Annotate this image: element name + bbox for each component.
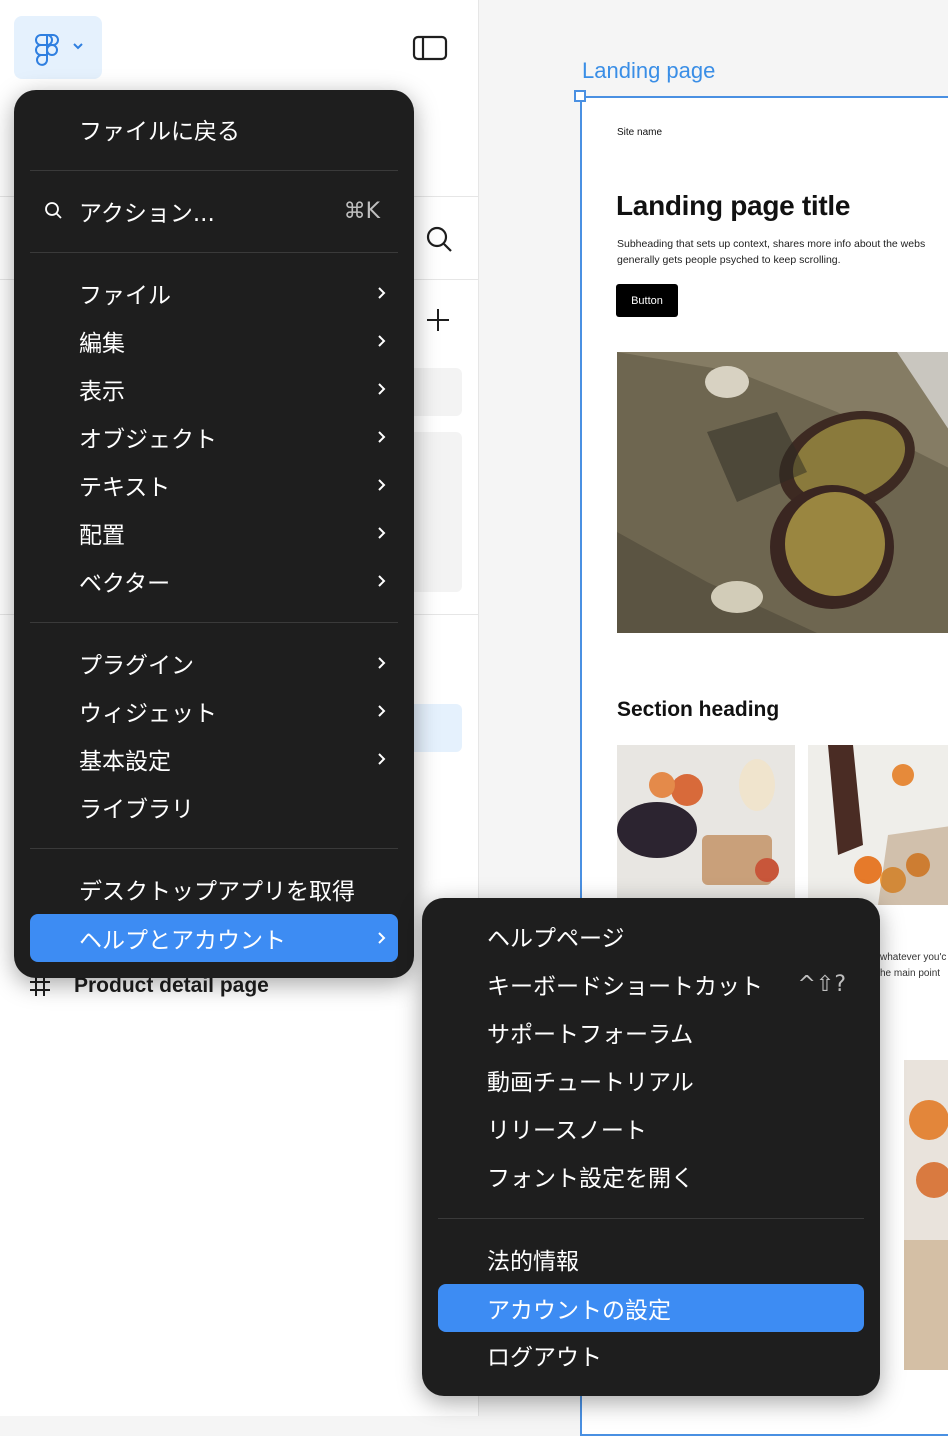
landing-subheading: Subheading that sets up context, shares …: [617, 236, 948, 268]
menu-item-widgets[interactable]: ウィジェット: [30, 687, 398, 735]
menu-item-label: キーボードショートカット: [487, 974, 763, 1000]
shortcut-label: ⌘K: [343, 198, 380, 224]
gallery-image: [904, 1060, 948, 1370]
menu-separator: [30, 848, 398, 849]
menu-item-label: ログアウト: [487, 1345, 602, 1371]
menu-item-help-page[interactable]: ヘルプページ: [438, 912, 864, 960]
search-icon: [45, 202, 62, 219]
menu-item-label: フォント設定を開く: [487, 1166, 694, 1192]
section-heading: Section heading: [617, 698, 780, 721]
menu-item-text[interactable]: テキスト: [30, 461, 398, 509]
site-name: Site name: [617, 127, 663, 138]
menu-item-view[interactable]: 表示: [30, 365, 398, 413]
chevron-right-icon: [374, 317, 390, 365]
menu-item-label: リリースノート: [487, 1118, 647, 1144]
menu-item-label: ベクター: [79, 571, 171, 597]
menu-item-label: ファイルに戻る: [79, 119, 240, 145]
menu-item-preferences[interactable]: 基本設定: [30, 735, 398, 783]
subheading-line: Subheading that sets up context, shares …: [617, 238, 926, 250]
landing-cta-button[interactable]: Button: [616, 284, 678, 317]
menu-item-label: 編集: [79, 331, 125, 357]
chevron-right-icon: [374, 365, 390, 413]
landing-page-title: Landing page title: [616, 190, 851, 221]
menu-item-vector[interactable]: ベクター: [30, 557, 398, 605]
chevron-right-icon: [374, 269, 390, 317]
add-page-icon[interactable]: [424, 306, 452, 334]
text-snippet: he main point: [880, 968, 941, 979]
chevron-right-icon: [374, 461, 390, 509]
menu-item-label: サポートフォーラム: [487, 1022, 694, 1048]
menu-item-label: ヘルプページ: [487, 926, 625, 952]
chevron-right-icon: [374, 735, 390, 783]
menu-item-label: デスクトップアプリを取得: [79, 879, 355, 905]
chevron-right-icon: [374, 687, 390, 735]
gallery-image: [617, 745, 795, 905]
main-menu-button[interactable]: [14, 16, 102, 79]
menu-item-label: 法的情報: [487, 1249, 579, 1275]
menu-separator: [438, 1218, 864, 1219]
menu-item-label: アクション...: [79, 201, 215, 227]
menu-item-label: 配置: [79, 523, 125, 549]
menu-item-label: プラグイン: [79, 653, 194, 679]
menu-item-label: 基本設定: [79, 749, 171, 775]
chevron-right-icon: [374, 914, 390, 962]
shortcut-label: ^⇧?: [797, 971, 846, 997]
menu-item-back-to-files[interactable]: ファイルに戻る: [30, 105, 398, 153]
menu-item-help-and-account[interactable]: ヘルプとアカウント: [30, 914, 398, 962]
resize-handle[interactable]: [574, 90, 586, 102]
chevron-right-icon: [374, 509, 390, 557]
menu-item-support-forum[interactable]: サポートフォーラム: [438, 1008, 864, 1056]
help-account-submenu: ヘルプページ キーボードショートカット ^⇧? サポートフォーラム 動画チュート…: [422, 898, 880, 1396]
menu-item-get-desktop-app[interactable]: デスクトップアプリを取得: [30, 865, 398, 913]
menu-item-label: 表示: [79, 379, 125, 405]
menu-item-edit[interactable]: 編集: [30, 317, 398, 365]
menu-item-arrange[interactable]: 配置: [30, 509, 398, 557]
subheading-line: generally gets people psyched to keep sc…: [617, 254, 841, 266]
menu-separator: [30, 622, 398, 623]
menu-item-label: テキスト: [79, 475, 171, 501]
menu-item-legal[interactable]: 法的情報: [438, 1235, 864, 1283]
menu-item-actions[interactable]: アクション... ⌘K: [30, 187, 398, 235]
search-icon[interactable]: [424, 224, 454, 254]
menu-item-object[interactable]: オブジェクト: [30, 413, 398, 461]
menu-item-label: オブジェクト: [79, 427, 217, 453]
menu-item-video-tutorials[interactable]: 動画チュートリアル: [438, 1056, 864, 1104]
menu-separator: [30, 252, 398, 253]
menu-item-label: ウィジェット: [79, 701, 217, 727]
gallery-image: [808, 745, 948, 905]
menu-item-open-font-settings[interactable]: フォント設定を開く: [438, 1152, 864, 1200]
menu-item-file[interactable]: ファイル: [30, 269, 398, 317]
menu-item-account-settings[interactable]: アカウントの設定: [438, 1284, 864, 1332]
menu-item-plugins[interactable]: プラグイン: [30, 639, 398, 687]
chevron-right-icon: [374, 413, 390, 461]
chevron-right-icon: [374, 557, 390, 605]
menu-item-label: 動画チュートリアル: [487, 1070, 694, 1096]
frame-label[interactable]: Landing page: [582, 58, 715, 84]
menu-item-label: アカウントの設定: [487, 1298, 671, 1324]
main-menu: ファイルに戻る アクション... ⌘K ファイル 編集 表示 オブジェクト テキ…: [14, 90, 414, 978]
hero-image: [617, 352, 948, 633]
chevron-right-icon: [374, 639, 390, 687]
menu-item-libraries[interactable]: ライブラリ: [30, 783, 398, 831]
figma-logo-icon: [35, 34, 83, 66]
menu-item-keyboard-shortcuts[interactable]: キーボードショートカット ^⇧?: [438, 960, 864, 1008]
sidebar-toggle-icon[interactable]: [412, 34, 448, 62]
text-snippet: whatever you'c: [880, 952, 947, 963]
menu-item-label: ファイル: [79, 283, 171, 309]
menu-item-label: ライブラリ: [79, 797, 194, 823]
menu-separator: [30, 170, 398, 171]
menu-item-label: ヘルプとアカウント: [79, 928, 286, 954]
menu-item-logout[interactable]: ログアウト: [438, 1331, 864, 1379]
menu-item-release-notes[interactable]: リリースノート: [438, 1104, 864, 1152]
